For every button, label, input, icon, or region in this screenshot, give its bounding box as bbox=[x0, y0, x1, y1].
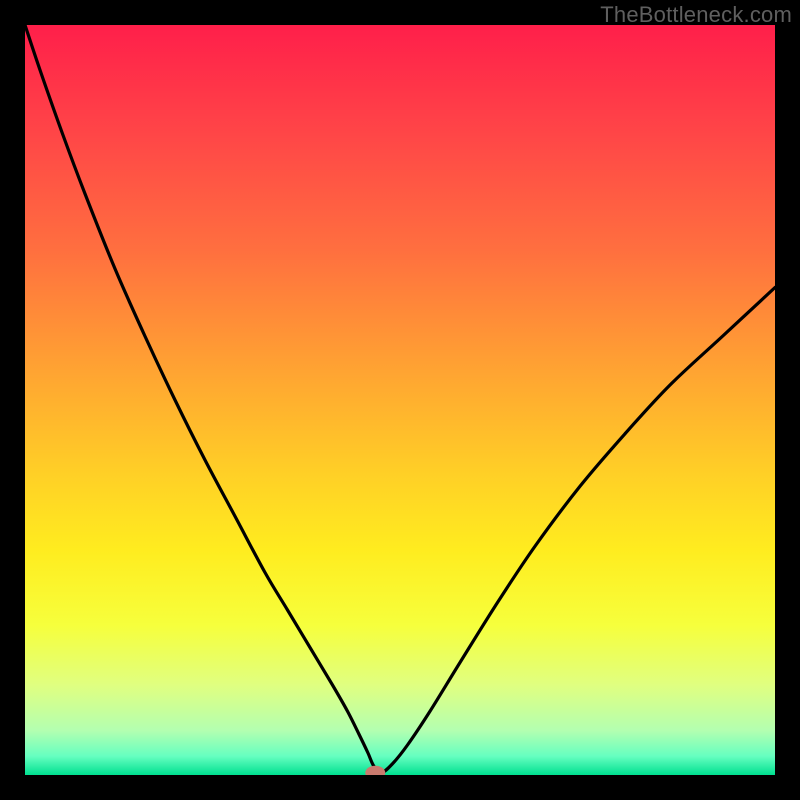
gradient-background bbox=[25, 25, 775, 775]
chart-svg bbox=[25, 25, 775, 775]
plot-area bbox=[25, 25, 775, 775]
chart-frame: TheBottleneck.com bbox=[0, 0, 800, 800]
